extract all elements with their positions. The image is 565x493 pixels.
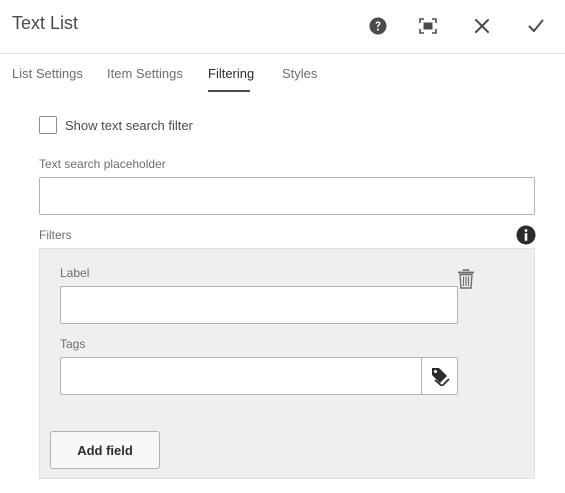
tab-styles[interactable]: Styles [282, 66, 317, 81]
close-icon [475, 19, 489, 33]
active-tab-indicator [208, 90, 250, 92]
help-button[interactable] [364, 12, 392, 40]
tab-list-settings[interactable]: List Settings [12, 66, 83, 81]
show-search-label: Show text search filter [65, 118, 193, 133]
fullscreen-button[interactable] [414, 12, 442, 40]
dialog-header: Text List [0, 0, 565, 54]
dialog-title: Text List [12, 13, 79, 33]
tag-icon [431, 368, 450, 386]
help-icon [369, 17, 387, 35]
trash-icon [458, 269, 474, 289]
filter-tags-input[interactable] [60, 357, 422, 395]
filter-label-label: Label [60, 266, 90, 280]
close-button[interactable] [468, 12, 496, 40]
done-button[interactable] [522, 12, 550, 40]
show-search-checkbox[interactable] [39, 116, 57, 134]
delete-filter-button[interactable] [457, 269, 477, 291]
search-placeholder-input[interactable] [39, 177, 535, 215]
info-icon[interactable] [516, 225, 536, 245]
search-placeholder-label: Text search placeholder [39, 157, 166, 171]
tab-bar: List Settings Item Settings Filtering St… [0, 54, 565, 92]
tab-item-settings[interactable]: Item Settings [107, 66, 183, 81]
filter-label-input[interactable] [60, 286, 458, 324]
tab-filtering[interactable]: Filtering [208, 66, 254, 81]
tag-picker-button[interactable] [421, 357, 458, 395]
fullscreen-icon [419, 18, 437, 34]
add-field-button[interactable]: Add field [50, 431, 160, 469]
filters-label: Filters [39, 228, 72, 242]
checkmark-icon [528, 19, 544, 32]
filter-tags-label: Tags [60, 337, 86, 351]
